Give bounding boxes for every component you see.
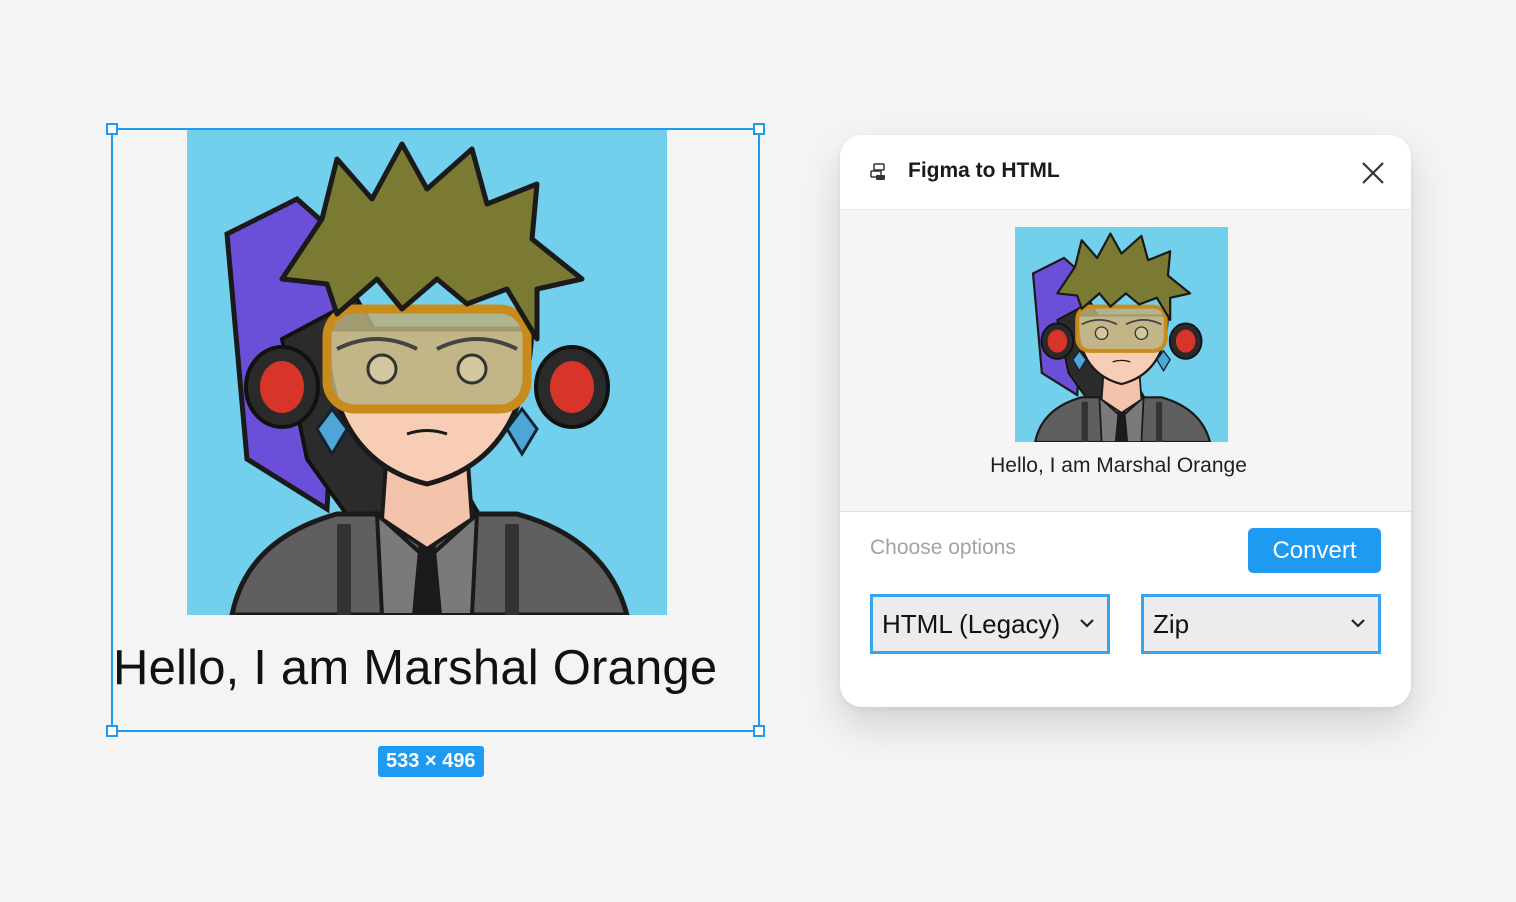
chevron-down-icon bbox=[1080, 619, 1094, 628]
output-select-value: Zip bbox=[1153, 609, 1190, 639]
dialog-title: Figma to HTML bbox=[908, 159, 1060, 182]
output-select[interactable]: Zip bbox=[1141, 594, 1381, 654]
options-label: Choose options bbox=[870, 536, 1016, 559]
format-select[interactable]: HTML (Legacy) bbox=[870, 594, 1110, 654]
avatar-preview-image bbox=[1015, 227, 1228, 442]
dimensions-badge: 533 × 496 bbox=[378, 746, 484, 777]
dialog-header: Figma to HTML bbox=[840, 135, 1411, 210]
convert-button[interactable]: Convert bbox=[1248, 528, 1381, 573]
chevron-down-icon bbox=[1351, 619, 1365, 628]
preview-area: Hello, I am Marshal Orange bbox=[840, 210, 1411, 512]
resize-handle-top-left[interactable] bbox=[106, 123, 118, 135]
canvas-caption-text: Hello, I am Marshal Orange bbox=[113, 641, 718, 695]
format-select-value: HTML (Legacy) bbox=[882, 609, 1061, 639]
preview-caption: Hello, I am Marshal Orange bbox=[990, 454, 1247, 477]
close-icon[interactable] bbox=[1357, 157, 1389, 189]
plugin-dialog: Figma to HTML Hello, I am Marshal Orange… bbox=[840, 135, 1411, 707]
plugin-icon bbox=[870, 163, 885, 180]
resize-handle-top-right[interactable] bbox=[753, 123, 765, 135]
avatar-preview-graphic bbox=[1031, 231, 1212, 442]
resize-handle-bottom-left[interactable] bbox=[106, 725, 118, 737]
resize-handle-bottom-right[interactable] bbox=[753, 725, 765, 737]
